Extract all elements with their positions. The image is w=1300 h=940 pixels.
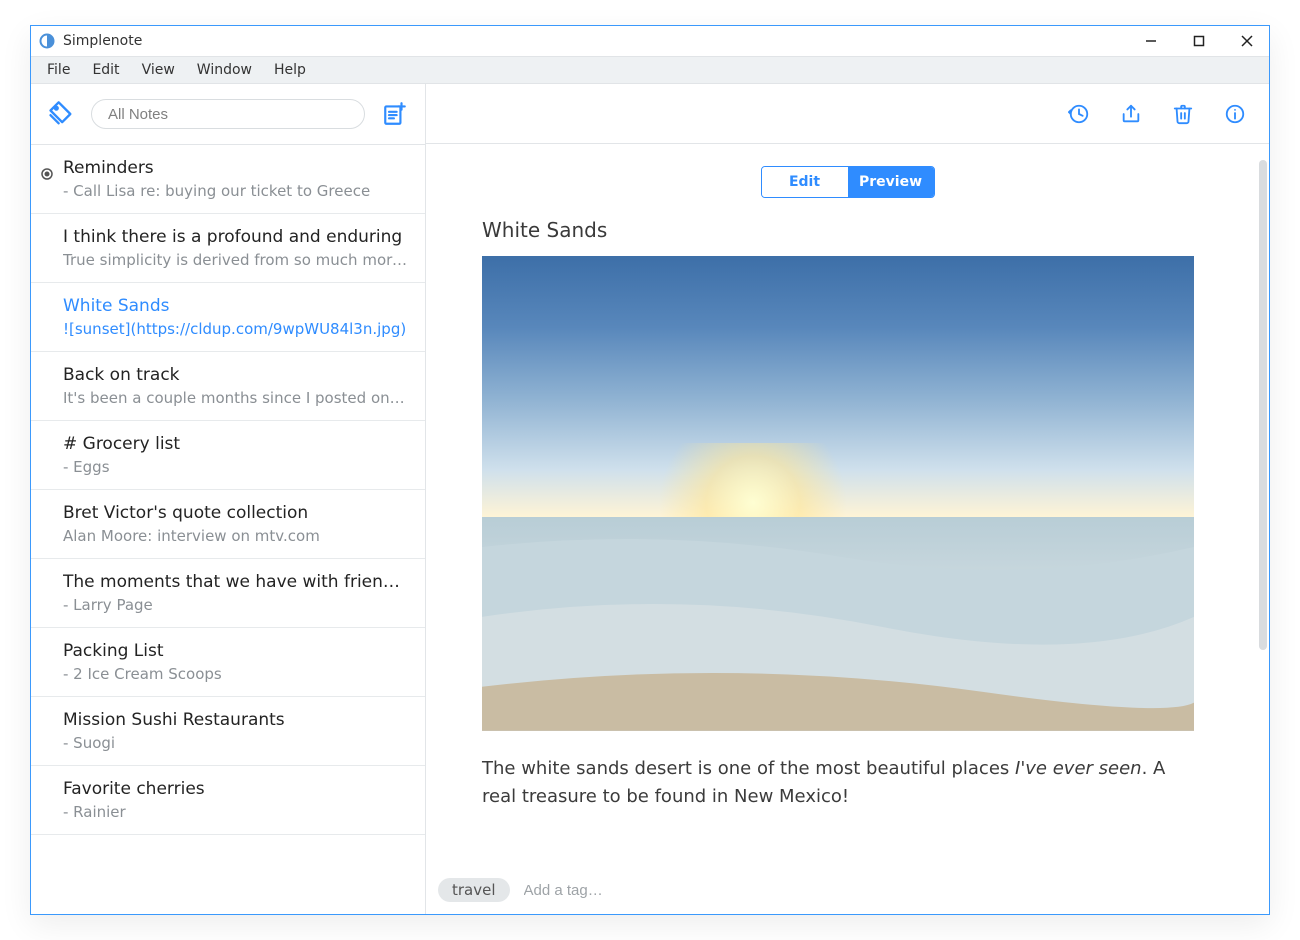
- note-body-text-pre: The white sands desert is one of the mos…: [482, 758, 1015, 779]
- menu-help[interactable]: Help: [264, 60, 316, 80]
- note-title: White Sands: [482, 218, 1225, 242]
- tag-input[interactable]: [524, 882, 664, 899]
- scrollbar-thumb[interactable]: [1259, 160, 1267, 650]
- note-item-title: Favorite cherries: [63, 779, 409, 799]
- note-item-title: Back on track: [63, 365, 409, 385]
- app-body: Reminders - Call Lisa re: buying our tick…: [31, 84, 1269, 914]
- menubar: File Edit View Window Help: [31, 56, 1269, 84]
- note-item-snippet: - Rainier: [63, 803, 409, 821]
- history-button[interactable]: [1067, 102, 1091, 126]
- note-list-item[interactable]: Bret Victor's quote collection Alan Moore…: [31, 490, 425, 559]
- note-list[interactable]: Reminders - Call Lisa re: buying our tick…: [31, 144, 425, 914]
- note-list-item[interactable]: White Sands ![sunset](https://cldup.com/9…: [31, 283, 425, 352]
- note-list-item[interactable]: The moments that we have with friends … -…: [31, 559, 425, 628]
- app-logo-icon: [39, 33, 55, 49]
- note-list-item[interactable]: Reminders - Call Lisa re: buying our tick…: [31, 145, 425, 214]
- note-item-snippet: - 2 Ice Cream Scoops: [63, 665, 409, 683]
- pin-icon: [41, 165, 53, 177]
- info-button[interactable]: [1223, 102, 1247, 126]
- main-toolbar: [426, 84, 1269, 144]
- note-item-title: The moments that we have with friends …: [63, 572, 409, 592]
- note-item-snippet: - Suogi: [63, 734, 409, 752]
- titlebar: Simplenote: [31, 26, 1269, 56]
- mode-toggle-group: Edit Preview: [761, 166, 935, 198]
- new-note-button[interactable]: [377, 96, 413, 132]
- trash-button[interactable]: [1171, 102, 1195, 126]
- tab-edit[interactable]: Edit: [762, 167, 848, 197]
- note-list-item[interactable]: Packing List - 2 Ice Cream Scoops: [31, 628, 425, 697]
- tag-bar: travel: [426, 872, 1269, 908]
- sidebar: Reminders - Call Lisa re: buying our tick…: [31, 84, 426, 914]
- menu-edit[interactable]: Edit: [82, 60, 129, 80]
- app-title: Simplenote: [63, 33, 142, 49]
- minimize-button[interactable]: [1141, 31, 1161, 51]
- main-panel: Edit Preview White Sands: [426, 84, 1269, 914]
- note-item-title: Bret Victor's quote collection: [63, 503, 409, 523]
- note-list-item[interactable]: I think there is a profound and enduring…: [31, 214, 425, 283]
- tab-preview[interactable]: Preview: [848, 167, 934, 197]
- note-body: The white sands desert is one of the mos…: [482, 755, 1182, 811]
- note-item-title: Mission Sushi Restaurants: [63, 710, 409, 730]
- note-item-title: I think there is a profound and enduring: [63, 227, 409, 247]
- mode-toggle: Edit Preview: [470, 166, 1225, 198]
- note-list-item[interactable]: Mission Sushi Restaurants - Suogi: [31, 697, 425, 766]
- search-input[interactable]: [91, 99, 365, 129]
- share-button[interactable]: [1119, 102, 1143, 126]
- note-list-item[interactable]: Back on track It's been a couple months s…: [31, 352, 425, 421]
- note-list-item[interactable]: Favorite cherries - Rainier: [31, 766, 425, 835]
- note-item-title: Reminders: [63, 158, 409, 178]
- app-window: Simplenote File Edit View Window Help: [30, 25, 1270, 915]
- note-item-snippet: - Eggs: [63, 458, 409, 476]
- search-wrap: [91, 99, 365, 129]
- close-button[interactable]: [1237, 31, 1257, 51]
- note-item-snippet: - Call Lisa re: buying our ticket to Gre…: [63, 182, 409, 200]
- note-item-snippet: - Larry Page: [63, 596, 409, 614]
- note-content: Edit Preview White Sands: [426, 144, 1269, 914]
- sidebar-toolbar: [31, 84, 425, 144]
- note-item-snippet: True simplicity is derived from so much …: [63, 251, 409, 269]
- note-image: [482, 256, 1194, 731]
- note-item-title: White Sands: [63, 296, 409, 316]
- maximize-button[interactable]: [1189, 31, 1209, 51]
- menu-window[interactable]: Window: [187, 60, 262, 80]
- note-item-title: Packing List: [63, 641, 409, 661]
- menu-view[interactable]: View: [132, 60, 185, 80]
- menu-file[interactable]: File: [37, 60, 80, 80]
- note-item-snippet: Alan Moore: interview on mtv.com: [63, 527, 409, 545]
- note-list-item[interactable]: # Grocery list - Eggs: [31, 421, 425, 490]
- note-item-title: # Grocery list: [63, 434, 409, 454]
- note-item-snippet: ![sunset](https://cldup.com/9wpWU84l3n.j…: [63, 320, 409, 338]
- tag-pill[interactable]: travel: [438, 878, 510, 902]
- note-item-snippet: It's been a couple months since I posted…: [63, 389, 409, 407]
- tags-toggle-button[interactable]: [43, 96, 79, 132]
- window-controls: [1141, 31, 1261, 51]
- note-body-text-italic: I've ever seen: [1015, 758, 1142, 779]
